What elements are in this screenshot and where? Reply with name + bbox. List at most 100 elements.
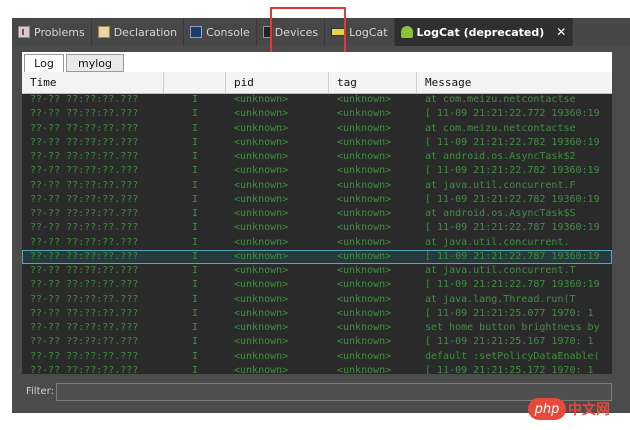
cell-time: ??-?? ??:??:??.??? (30, 179, 139, 191)
cell-tag: <unknown> (337, 122, 392, 134)
view-tab-bar: Problems Declaration Console Devices Log… (12, 18, 630, 46)
cell-time: ??-?? ??:??:??.??? (30, 222, 139, 234)
tab-console[interactable]: Console (184, 18, 257, 46)
cell-tag: <unknown> (337, 307, 392, 319)
column-header-level[interactable] (164, 72, 226, 93)
cell-message: [ 11-09 21:21:22.782 19360:19 (425, 136, 600, 148)
logcat-icon (331, 28, 346, 36)
table-row[interactable]: ??-?? ??:??:??.??? I <unknown> <unknown> at… (22, 179, 612, 193)
table-row[interactable]: ??-?? ??:??:??.??? I <unknown> <unknown> at… (22, 236, 612, 250)
table-row[interactable]: ??-?? ??:??:??.??? I <unknown> <unknown> set… (22, 321, 612, 335)
subtab-log[interactable]: Log (24, 54, 64, 72)
subtab-mylog[interactable]: mylog (66, 54, 124, 72)
cell-pid: <unknown> (234, 236, 289, 248)
cell-pid: <unknown> (234, 165, 289, 177)
cell-tag: <unknown> (337, 322, 392, 333)
tab-label: Problems (34, 25, 85, 39)
cell-tag: <unknown> (337, 108, 392, 120)
cell-tag: <unknown> (337, 208, 392, 219)
cell-tag: <unknown> (337, 94, 392, 105)
watermark-logo: php 中文网 (528, 398, 610, 420)
cell-level: I (191, 250, 199, 262)
watermark-text: 中文网 (568, 402, 610, 418)
table-row[interactable]: ??-?? ??:??:??.??? I <unknown> <unknown> at… (22, 122, 612, 136)
cell-pid: <unknown> (234, 222, 289, 234)
table-row[interactable]: ??-?? ??:??:??.??? I <unknown> <unknown> [ 1… (22, 335, 612, 349)
cell-pid: <unknown> (234, 193, 289, 205)
cell-time: ??-?? ??:??:??.??? (30, 136, 139, 148)
cell-pid: <unknown> (234, 151, 289, 162)
console-icon (190, 26, 203, 38)
cell-level: I (191, 222, 199, 234)
column-header-pid[interactable]: pid (226, 72, 329, 93)
cell-pid: <unknown> (234, 94, 289, 105)
tab-logcat-deprecated[interactable]: LogCat (deprecated) ✕ (394, 18, 574, 46)
cell-message: [ 11-09 21:21:25.167 1970: 1 (425, 336, 594, 348)
tab-problems[interactable]: Problems (12, 18, 92, 46)
cell-message: [ 11-09 21:21:25.077 1970: 1 (425, 307, 594, 319)
tab-declaration[interactable]: Declaration (92, 18, 185, 46)
table-row[interactable]: ??-?? ??:??:??.??? I <unknown> <unknown> [ 1… (22, 249, 612, 264)
column-header-message[interactable]: Message (417, 72, 612, 93)
cell-pid: <unknown> (234, 279, 289, 291)
tab-logcat[interactable]: LogCat (325, 18, 395, 46)
column-header-time[interactable]: Time (22, 72, 164, 93)
table-row[interactable]: ??-?? ??:??:??.??? I <unknown> <unknown> [ 1… (22, 164, 612, 178)
watermark-php: php (528, 398, 566, 420)
cell-pid: <unknown> (234, 336, 289, 348)
cell-message: at java.util.concurrent. (425, 236, 570, 248)
table-row[interactable]: ??-?? ??:??:??.??? I <unknown> <unknown> [ 1… (22, 193, 612, 207)
cell-message: at java.util.concurrent.T (425, 265, 576, 276)
table-row[interactable]: ??-?? ??:??:??.??? I <unknown> <unknown> at… (22, 207, 612, 221)
cell-time: ??-?? ??:??:??.??? (30, 250, 139, 262)
cell-time: ??-?? ??:??:??.??? (30, 236, 139, 248)
table-row[interactable]: ??-?? ??:??:??.??? I <unknown> <unknown> at… (22, 93, 612, 107)
cell-level: I (191, 336, 199, 348)
cell-time: ??-?? ??:??:??.??? (30, 279, 139, 291)
table-row[interactable]: ??-?? ??:??:??.??? I <unknown> <unknown> [ 1… (22, 278, 612, 292)
table-row[interactable]: ??-?? ??:??:??.??? I <unknown> <unknown> at… (22, 293, 612, 307)
cell-level: I (191, 179, 199, 191)
cell-level: I (191, 236, 199, 248)
filter-bar: Filter: (22, 380, 612, 406)
cell-time: ??-?? ??:??:??.??? (30, 265, 139, 276)
cell-pid: <unknown> (234, 250, 289, 262)
filter-label: Filter: (26, 386, 54, 397)
cell-tag: <unknown> (337, 364, 392, 374)
table-row[interactable]: ??-?? ??:??:??.??? I <unknown> <unknown> def… (22, 350, 612, 364)
cell-message: [ 11-09 21:21:22.772 19360:19 (425, 108, 600, 120)
close-icon[interactable]: ✕ (556, 25, 566, 39)
cell-tag: <unknown> (337, 193, 392, 205)
cell-tag: <unknown> (337, 293, 392, 305)
table-row[interactable]: ??-?? ??:??:??.??? I <unknown> <unknown> [ 1… (22, 307, 612, 321)
table-row[interactable]: ??-?? ??:??:??.??? I <unknown> <unknown> [ 1… (22, 364, 612, 374)
table-row[interactable]: ??-?? ??:??:??.??? I <unknown> <unknown> [ 1… (22, 221, 612, 235)
column-header-tag[interactable]: tag (329, 72, 417, 93)
cell-pid: <unknown> (234, 322, 289, 333)
cell-message: set home button brightness by (425, 322, 600, 333)
cell-message: default :setPolicyDataEnable( (425, 350, 600, 362)
table-row[interactable]: ??-?? ??:??:??.??? I <unknown> <unknown> [ 1… (22, 107, 612, 121)
cell-pid: <unknown> (234, 122, 289, 134)
cell-level: I (191, 108, 199, 120)
cell-tag: <unknown> (337, 165, 392, 177)
cell-level: I (191, 151, 199, 162)
cell-time: ??-?? ??:??:??.??? (30, 322, 139, 333)
cell-message: [ 11-09 21:21:22.787 19360:19 (425, 222, 600, 234)
cell-level: I (191, 279, 199, 291)
table-row[interactable]: ??-?? ??:??:??.??? I <unknown> <unknown> at… (22, 150, 612, 164)
tab-devices[interactable]: Devices (257, 18, 326, 46)
cell-level: I (191, 165, 199, 177)
tab-label: Declaration (113, 25, 178, 39)
table-row[interactable]: ??-?? ??:??:??.??? I <unknown> <unknown> at… (22, 264, 612, 278)
cell-message: [ 11-09 21:21:22.787 19360:19 (425, 250, 600, 262)
declaration-icon (97, 26, 110, 38)
cell-time: ??-?? ??:??:??.??? (30, 94, 139, 105)
table-body: ??-?? ??:??:??.??? I <unknown> <unknown> at… (22, 93, 612, 374)
table-row[interactable]: ??-?? ??:??:??.??? I <unknown> <unknown> [ 1… (22, 136, 612, 150)
cell-tag: <unknown> (337, 179, 392, 191)
cell-time: ??-?? ??:??:??.??? (30, 293, 139, 305)
cell-time: ??-?? ??:??:??.??? (30, 350, 139, 362)
cell-message: at android.os.AsyncTask$2 (425, 151, 576, 162)
tab-label: Devices (274, 25, 319, 39)
